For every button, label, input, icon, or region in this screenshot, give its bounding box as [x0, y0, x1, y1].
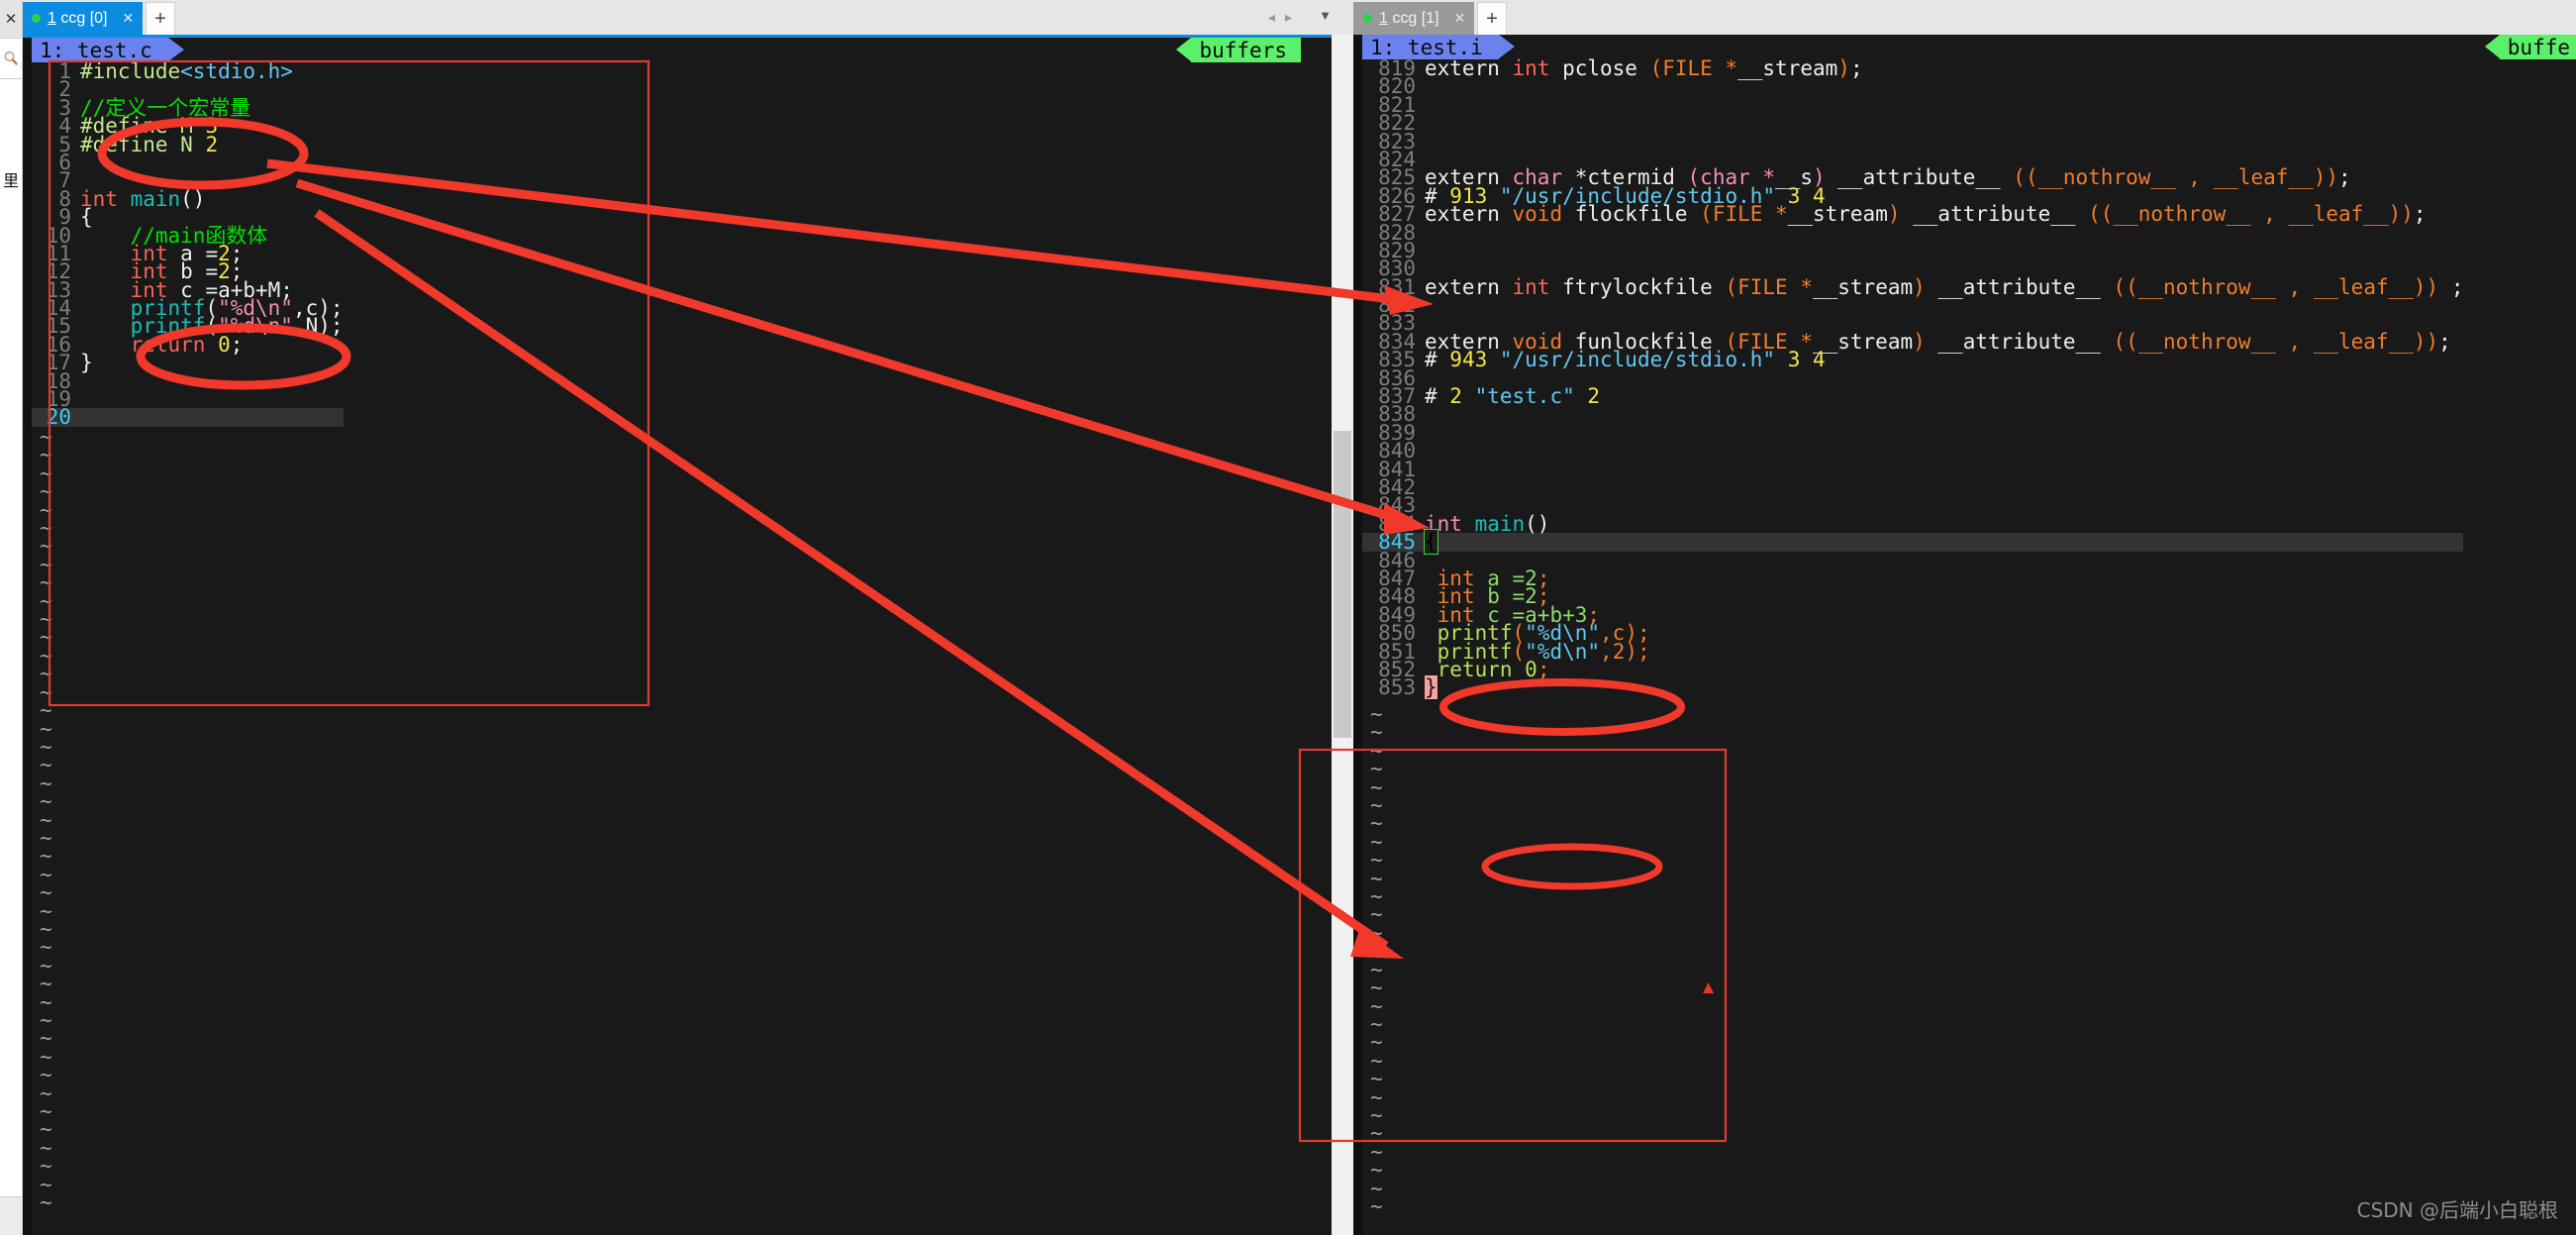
vim-left-gutter-strip: [1353, 35, 1362, 1235]
chevron-left-icon[interactable]: ◂: [1268, 9, 1275, 26]
right-terminal-pane[interactable]: 1: test.i buffe 819 extern int pclose (FI…: [1353, 35, 2576, 1235]
code-line[interactable]: 821: [1362, 94, 2463, 115]
right-tilde-column: ~ ~ ~ ~ ~ ~ ~ ~ ~ ~ ~ ~ ~ ~ ~ ~ ~ ~ ~ ~ ~ ~ ~ ~ ~ ~ ~ ~: [1370, 703, 1383, 1218]
code-line[interactable]: 8 int main(): [32, 186, 344, 211]
code-line-text: {: [1424, 529, 1438, 556]
vim-left-gutter-strip: [22, 38, 32, 1235]
code-line-text: return 0;: [1437, 657, 1550, 681]
code-line-text: }: [1425, 675, 1437, 700]
tab-nav-arrows[interactable]: ◂ ▸: [1268, 9, 1292, 26]
chevron-down-icon[interactable]: ▼: [1319, 8, 1332, 23]
tab-status-dot: [1363, 14, 1372, 23]
left-tab-bar: 1 ccg [0] ✕ + ◂ ▸ ▼: [22, 0, 1353, 35]
close-icon[interactable]: ✕: [122, 10, 134, 27]
tab-status-dot: [32, 14, 41, 23]
left-code-listing[interactable]: 1 #include<stdio.h> 2 3//定义一个宏常量 4 #define M …: [32, 59, 344, 428]
left-icon-rail: ✕ 里: [0, 0, 23, 1235]
left-terminal-pane[interactable]: 1: test.c buffers 1 #include<stdio.h> 2 3//…: [22, 35, 1332, 1235]
code-line[interactable]: 845{: [1362, 529, 2464, 556]
close-icon[interactable]: ✕: [1453, 10, 1465, 27]
code-line-text: #define N 2: [80, 132, 219, 156]
code-line[interactable]: 842: [1362, 476, 2463, 497]
code-line[interactable]: 829: [1362, 240, 2463, 260]
code-line-text: int main(): [1425, 511, 1550, 536]
chevron-right-icon[interactable]: ▸: [1285, 9, 1292, 26]
tab-label-rest: ccg [1]: [1387, 9, 1439, 27]
code-line[interactable]: 18: [32, 370, 344, 391]
code-line[interactable]: 1 #include<stdio.h>: [32, 59, 344, 83]
tab-ccg-0[interactable]: 1 ccg [0] ✕: [22, 2, 144, 35]
code-line[interactable]: 6: [32, 150, 344, 174]
code-line[interactable]: 832: [1362, 294, 2463, 315]
code-line[interactable]: 831 extern int ftrylockfile (FILE *__stre…: [1362, 274, 2464, 299]
code-line[interactable]: 841: [1362, 459, 2463, 479]
code-line-text: #include<stdio.h>: [80, 59, 293, 83]
code-line[interactable]: 17}: [32, 351, 344, 375]
code-line-text: int main(): [80, 186, 206, 211]
rail-cn-label[interactable]: 里: [0, 173, 22, 189]
code-line-text: # 943 "/usr/include/stdio.h" 3 4: [1425, 348, 1826, 372]
code-line[interactable]: 823: [1362, 131, 2463, 152]
tab-label-rest: ccg [0]: [55, 9, 108, 27]
search-icon[interactable]: [0, 39, 22, 79]
code-line[interactable]: 5 #define N 2: [32, 132, 344, 156]
line-number: 3: [58, 95, 71, 120]
scrollbar-thumb[interactable]: [1334, 431, 1351, 738]
code-line[interactable]: 844 int main(): [1362, 511, 2463, 536]
rail-close-button[interactable]: ✕: [0, 0, 22, 39]
code-line-text: }: [80, 351, 93, 375]
code-line[interactable]: 840: [1362, 440, 2463, 461]
code-line-text: extern void flockfile (FILE *__stream) _…: [1425, 202, 2427, 227]
code-line[interactable]: 819 extern int pclose (FILE *__stream);: [1362, 56, 2463, 80]
code-line-text: extern int ftrylockfile (FILE *__stream)…: [1425, 274, 2464, 299]
code-line[interactable]: 16 return 0;: [32, 332, 344, 357]
tab-ccg-1[interactable]: 1 ccg [1] ✕: [1353, 2, 1475, 35]
left-tilde-column: ~ ~ ~ ~ ~ ~ ~ ~ ~ ~ ~ ~ ~ ~ ~ ~ ~ ~ ~ ~ ~ ~ ~ ~ ~ ~ ~ ~ ~ ~ ~ ~ ~ ~ ~ ~ ~ ~ ~ ~…: [40, 426, 52, 1215]
code-line[interactable]: 19: [32, 388, 344, 409]
code-line[interactable]: 852 return 0;: [1362, 657, 2463, 681]
line-number: 853: [1378, 675, 1416, 700]
pane-scrollbar[interactable]: [1332, 35, 1353, 1235]
code-line[interactable]: 822: [1362, 112, 2463, 133]
tab-label-prefix: 1: [48, 9, 56, 27]
code-line-text: # 2 "test.c" 2: [1425, 384, 1601, 409]
code-line-text: return 0;: [130, 332, 244, 357]
code-line[interactable]: 827 extern void flockfile (FILE *__stream…: [1362, 202, 2463, 227]
code-line[interactable]: 837 # 2 "test.c" 2: [1362, 384, 2463, 409]
rail-bottom-strip: [0, 1196, 22, 1235]
code-line[interactable]: 835 # 943 "/usr/include/stdio.h" 3 4: [1362, 348, 2463, 372]
tilde-filler: ~: [40, 1190, 52, 1215]
code-line[interactable]: 839: [1362, 422, 2463, 443]
line-number: 5: [58, 132, 71, 156]
line-number: 6: [58, 150, 71, 174]
code-line[interactable]: 820: [1362, 76, 2463, 97]
code-line-text: extern int pclose (FILE *__stream);: [1425, 56, 1863, 80]
watermark: CSDN @后端小白聪根: [2356, 1198, 2558, 1222]
line-number: 2: [58, 77, 71, 102]
tab-label-prefix: 1: [1379, 9, 1388, 27]
tilde-filler: ~: [1370, 1193, 1383, 1218]
new-tab-button[interactable]: +: [146, 2, 175, 35]
line-number: 8: [58, 186, 71, 211]
code-line[interactable]: 853}: [1362, 675, 2463, 700]
line-number: 4: [58, 114, 71, 139]
code-line[interactable]: 20: [32, 407, 344, 428]
right-buffers-tag: buffe: [2484, 35, 2576, 59]
code-line[interactable]: 838: [1362, 404, 2463, 425]
code-line[interactable]: 828: [1362, 222, 2463, 243]
right-code-listing[interactable]: 819 extern int pclose (FILE *__stream); 82…: [1362, 56, 2464, 700]
right-tab-bar: 1 ccg [1] ✕ +: [1353, 0, 2576, 35]
line-number: 7: [58, 168, 71, 193]
left-buffers-tag: buffers: [1176, 38, 1301, 62]
line-number: 1: [58, 59, 71, 83]
new-tab-button[interactable]: +: [1477, 2, 1507, 35]
